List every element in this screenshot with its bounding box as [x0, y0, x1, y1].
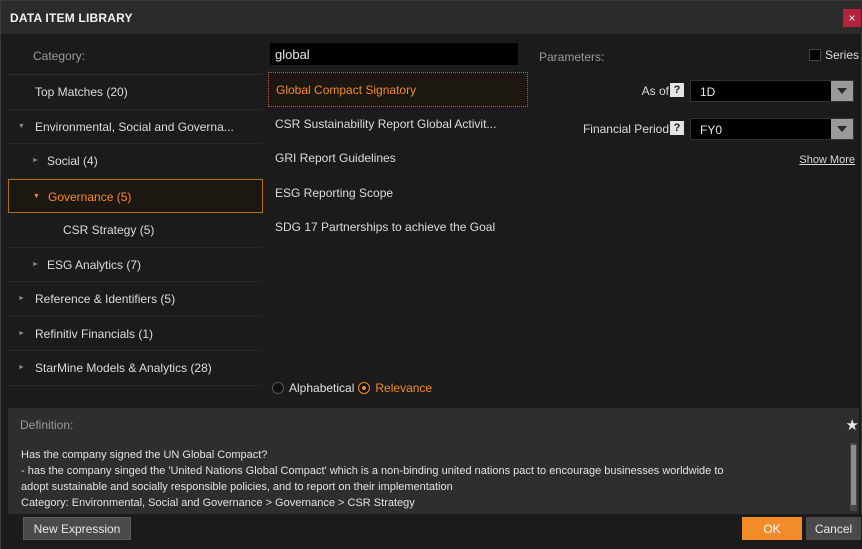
definition-panel: Definition: ★ Has the company signed the…	[8, 408, 859, 514]
definition-scrollbar[interactable]	[850, 443, 857, 511]
category-item-label: StarMine Models & Analytics (28)	[35, 361, 212, 375]
category-pane: Category: Top Matches (20) ▼ Environment…	[8, 38, 263, 405]
definition-header: Definition:	[20, 418, 74, 432]
collapsed-arrow-icon[interactable]: ►	[18, 317, 25, 351]
category-item-label: Environmental, Social and Governa...	[35, 119, 234, 134]
ok-button[interactable]: OK	[742, 517, 802, 540]
series-toggle[interactable]: Series	[808, 48, 859, 62]
scrollbar-thumb[interactable]	[851, 445, 856, 505]
alphabetical-radio[interactable]	[272, 382, 284, 394]
as-of-select[interactable]: 1D	[690, 80, 854, 102]
result-item[interactable]: ESG Reporting Scope	[268, 176, 528, 211]
relevance-radio[interactable]	[358, 382, 371, 394]
category-item-top-matches[interactable]: Top Matches (20)	[8, 75, 263, 110]
expanded-arrow-icon[interactable]: ▼	[18, 110, 25, 144]
show-more-link[interactable]: Show More	[799, 154, 855, 166]
definition-line: adopt sustainable and socially responsib…	[21, 481, 453, 493]
help-icon[interactable]: ?	[670, 121, 684, 135]
chevron-down-icon[interactable]	[831, 81, 853, 101]
category-item-refinitiv-financials[interactable]: ► Refinitiv Financials (1)	[8, 317, 263, 351]
category-item-label: Governance (5)	[48, 189, 132, 204]
collapsed-arrow-icon[interactable]: ►	[18, 282, 25, 316]
category-item-reference-identifiers[interactable]: ► Reference & Identifiers (5)	[8, 282, 263, 317]
results-pane: Global Compact Signatory CSR Sustainabil…	[268, 38, 528, 405]
expanded-arrow-icon[interactable]: ▼	[33, 180, 40, 213]
dialog-title: DATA ITEM LIBRARY	[10, 11, 133, 25]
category-item-governance[interactable]: ▼ Governance (5)	[8, 178, 263, 213]
category-item-label: Reference & Identifiers (5)	[35, 292, 176, 306]
parameters-header: Parameters:	[539, 50, 605, 64]
collapsed-arrow-icon[interactable]: ►	[32, 248, 39, 282]
financial-period-row: Financial Period ? FY0	[533, 118, 859, 142]
as-of-value: 1D	[700, 85, 716, 99]
sort-options: Alphabetical Relevance	[272, 380, 436, 396]
as-of-row: As of ? 1D	[533, 80, 859, 104]
close-button[interactable]: ×	[843, 9, 861, 27]
result-item[interactable]: GRI Report Guidelines	[268, 141, 528, 176]
category-item-label: Social (4)	[47, 154, 98, 168]
star-icon[interactable]: ★	[846, 416, 859, 434]
alphabetical-label[interactable]: Alphabetical	[289, 381, 354, 395]
search-input[interactable]	[270, 43, 518, 65]
result-item[interactable]: Global Compact Signatory	[268, 72, 528, 107]
collapsed-arrow-icon[interactable]: ►	[32, 144, 39, 178]
definition-line: Has the company signed the UN Global Com…	[21, 449, 268, 461]
financial-period-label: Financial Period	[582, 122, 669, 136]
parameters-pane: Parameters: Series As of ? 1D Financial …	[533, 38, 859, 405]
category-header: Category:	[8, 38, 263, 75]
definition-line: Category: Environmental, Social and Gove…	[21, 497, 415, 509]
as-of-label: As of	[641, 84, 669, 98]
results-list: Global Compact Signatory CSR Sustainabil…	[268, 72, 528, 245]
help-icon[interactable]: ?	[670, 83, 684, 97]
category-item-starmine[interactable]: ► StarMine Models & Analytics (28)	[8, 351, 263, 386]
category-item-label: CSR Strategy (5)	[63, 223, 155, 237]
result-item[interactable]: CSR Sustainability Report Global Activit…	[268, 107, 528, 142]
category-item-label: Top Matches (20)	[35, 85, 128, 99]
definition-line: - has the company singed the 'United Nat…	[21, 465, 724, 477]
cancel-button[interactable]: Cancel	[806, 517, 861, 540]
relevance-label[interactable]: Relevance	[375, 381, 432, 395]
financial-period-value: FY0	[700, 123, 723, 137]
category-item-esg[interactable]: ▼ Environmental, Social and Governa...	[8, 110, 263, 144]
title-bar: DATA ITEM LIBRARY ×	[1, 1, 862, 34]
series-checkbox[interactable]	[808, 49, 821, 61]
definition-text: Has the company signed the UN Global Com…	[21, 447, 841, 511]
category-item-csr-strategy[interactable]: CSR Strategy (5)	[8, 213, 263, 248]
category-item-label: ESG Analytics (7)	[47, 257, 142, 272]
result-item[interactable]: SDG 17 Partnerships to achieve the Goal	[268, 210, 528, 245]
footer: New Expression OK Cancel	[1, 514, 862, 549]
category-item-label: Refinitiv Financials (1)	[35, 326, 154, 341]
collapsed-arrow-icon[interactable]: ►	[18, 351, 25, 385]
new-expression-button[interactable]: New Expression	[23, 517, 131, 540]
chevron-down-icon[interactable]	[831, 119, 853, 139]
category-item-social[interactable]: ► Social (4)	[8, 144, 263, 179]
category-item-esg-analytics[interactable]: ► ESG Analytics (7)	[8, 248, 263, 282]
financial-period-select[interactable]: FY0	[690, 118, 854, 140]
data-item-library-dialog: DATA ITEM LIBRARY × Category: Top Matche…	[0, 0, 862, 549]
series-label: Series	[824, 48, 859, 62]
